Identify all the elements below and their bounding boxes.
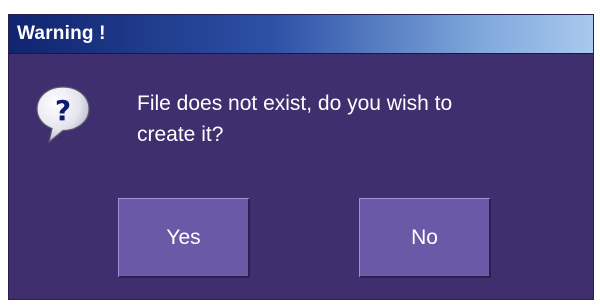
svg-text:?: ? — [55, 94, 71, 127]
dialog-message: File does not exist, do you wish to crea… — [137, 88, 567, 150]
dialog-title: Warning ! — [17, 23, 106, 44]
message-line-2: create it? — [137, 123, 224, 146]
question-icon: ? — [34, 84, 92, 146]
title-bar[interactable]: Warning ! — [9, 15, 593, 54]
yes-button[interactable]: Yes — [118, 198, 250, 278]
message-line-1: File does not exist, do you wish to — [137, 92, 453, 115]
no-button[interactable]: No — [359, 198, 491, 278]
warning-dialog: Warning ! ? File does not exist, do you … — [8, 14, 594, 300]
